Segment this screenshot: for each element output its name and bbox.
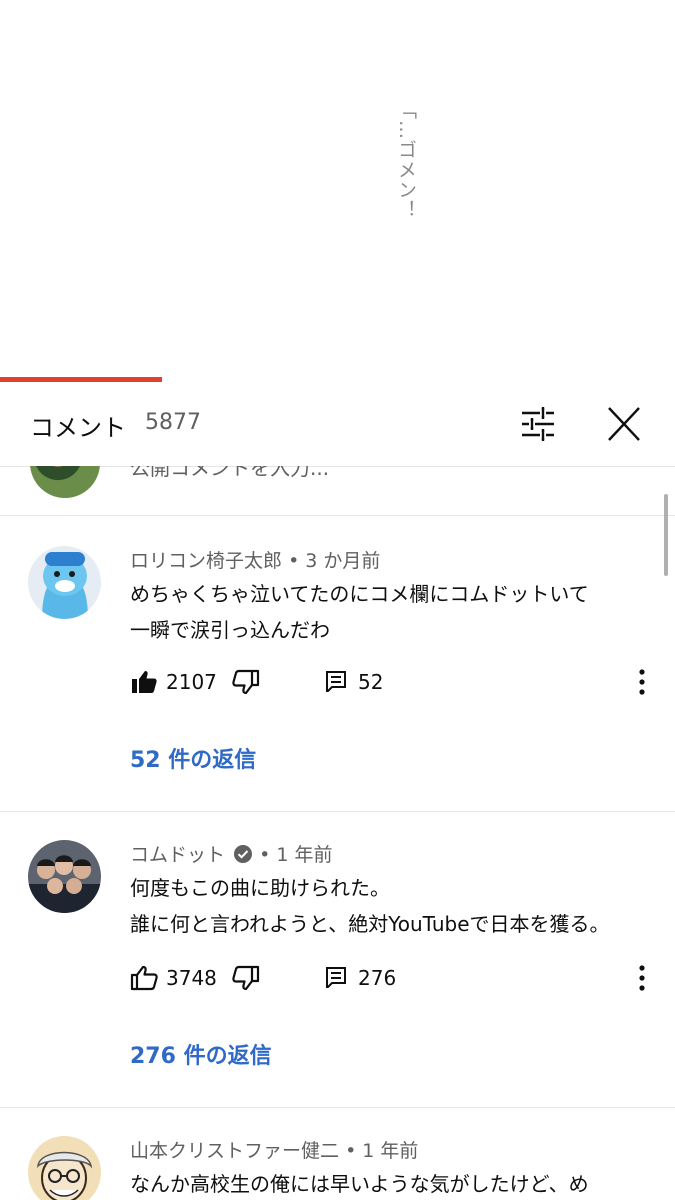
- thumbs-up-filled-icon: [132, 671, 157, 693]
- comments-list[interactable]: 公開コメントを入力... ロリコン椅子太郎 • 3 か月前 めちゃくちゃ泣いてた…: [0, 466, 675, 1200]
- view-replies-link[interactable]: 52 件の返信: [130, 742, 256, 774]
- reply-count: 276: [358, 966, 397, 990]
- comment-text-line: 何度もこの曲に助けられた。: [130, 876, 390, 900]
- like-count: 3748: [166, 966, 217, 990]
- comment-text-line: なんか高校生の俺には早いような気がしたけど、め: [130, 1172, 589, 1196]
- comment-text-line: 誰に何と言われようと、絶対YouTubeで日本を獲る。: [130, 912, 610, 936]
- comment-item: 山本クリストファー健二 • 1 年前 なんか高校生の俺には早いような気がしたけど…: [0, 1108, 675, 1200]
- video-progress-bar[interactable]: [0, 377, 162, 382]
- reply-comment-icon: [326, 671, 346, 692]
- add-comment-input[interactable]: 公開コメントを入力...: [130, 466, 329, 481]
- reply-count: 52: [358, 670, 384, 694]
- dislike-button[interactable]: [230, 962, 260, 994]
- dislike-button[interactable]: [230, 666, 260, 698]
- comment-text-line: めちゃくちゃ泣いてたのにコメ欄にコムドットいて: [130, 582, 589, 606]
- comment-meta: ロリコン椅子太郎 • 3 か月前: [130, 546, 380, 573]
- comment-author[interactable]: 山本クリストファー健二: [130, 1140, 339, 1162]
- like-count: 2107: [166, 670, 217, 694]
- comment-item: ロリコン椅子太郎 • 3 か月前 めちゃくちゃ泣いてたのにコメ欄にコムドットいて…: [0, 516, 675, 812]
- video-player[interactable]: 「…ゴメン！: [0, 0, 675, 382]
- comment-time: • 1 年前: [259, 844, 333, 866]
- thumbs-down-icon: [232, 669, 260, 695]
- comment-actions: 2107 52: [130, 666, 650, 698]
- avatar[interactable]: [28, 840, 101, 913]
- comment-meta: 山本クリストファー健二 • 1 年前: [130, 1136, 418, 1163]
- reply-button[interactable]: 276: [324, 962, 396, 994]
- video-caption-text: 「…ゴメン！: [395, 100, 417, 220]
- close-button[interactable]: [602, 404, 646, 444]
- comment-actions: 3748 276: [130, 962, 650, 994]
- add-comment-row[interactable]: 公開コメントを入力...: [0, 466, 675, 516]
- avatar[interactable]: [28, 546, 101, 619]
- avatar[interactable]: [28, 1136, 101, 1200]
- comment-time: • 1 年前: [345, 1140, 419, 1162]
- more-vert-icon: [639, 965, 645, 991]
- close-icon: [608, 407, 640, 441]
- more-options-button[interactable]: [630, 666, 654, 698]
- comments-count: 5877: [145, 410, 201, 435]
- comment-meta: コムドット • 1 年前: [130, 840, 332, 867]
- sort-filter-icon: [522, 407, 554, 441]
- thumbs-up-icon: [130, 965, 158, 991]
- sort-filter-button[interactable]: [516, 404, 560, 444]
- verified-badge-icon: [234, 845, 253, 863]
- view-replies-link[interactable]: 276 件の返信: [130, 1038, 272, 1070]
- reply-comment-icon: [326, 967, 346, 988]
- more-vert-icon: [639, 669, 645, 695]
- comments-header: コメント 5877: [0, 392, 675, 458]
- current-user-avatar: [30, 466, 100, 498]
- comment-author[interactable]: コムドット: [130, 844, 225, 866]
- like-button[interactable]: 3748: [130, 962, 217, 994]
- scrollbar[interactable]: [664, 494, 668, 576]
- comments-title: コメント: [30, 414, 126, 442]
- like-button[interactable]: 2107: [130, 666, 217, 698]
- comment-item: コムドット • 1 年前 何度もこの曲に助けられた。 誰に何と言われようと、絶対…: [0, 812, 675, 1108]
- comment-author[interactable]: ロリコン椅子太郎: [130, 550, 282, 572]
- comment-time: • 3 か月前: [288, 550, 381, 572]
- comment-text-line: 一瞬で涙引っ込んだわ: [130, 618, 330, 642]
- more-options-button[interactable]: [630, 962, 654, 994]
- reply-button[interactable]: 52: [324, 666, 383, 698]
- thumbs-down-icon: [232, 965, 260, 991]
